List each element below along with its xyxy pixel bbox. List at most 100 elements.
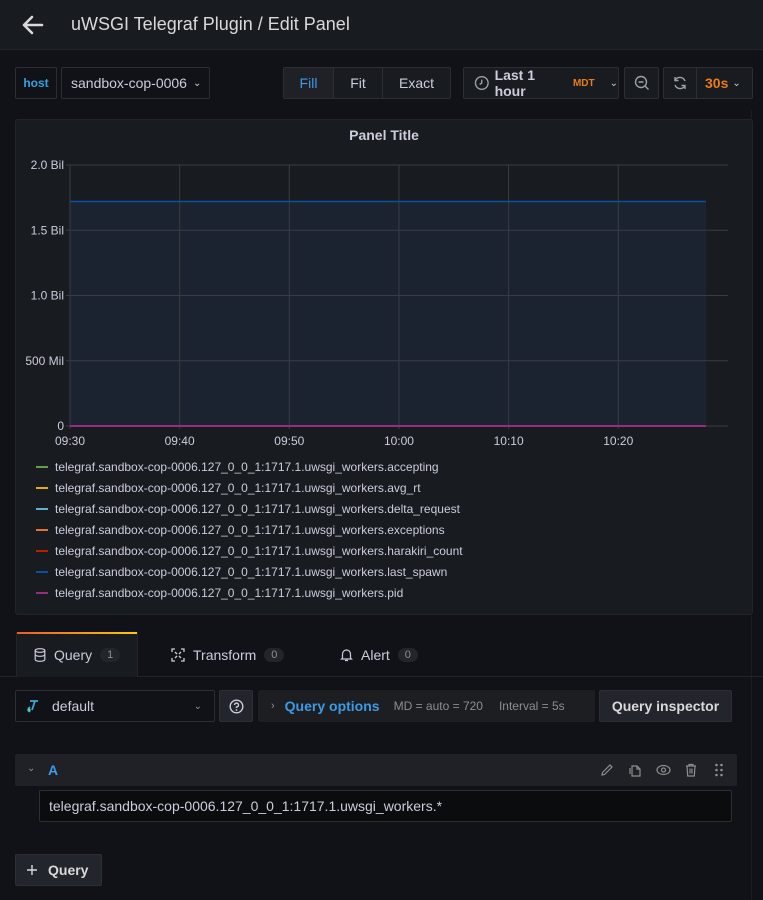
tab-query[interactable]: Query 1 xyxy=(16,632,138,677)
chevron-right-icon: › xyxy=(271,700,275,712)
series-area-fill xyxy=(70,201,706,426)
view-mode-toggle: Fill Fit Exact xyxy=(283,67,451,99)
y-tick-label: 1.0 Bil xyxy=(31,289,64,303)
y-tick-label: 2.0 Bil xyxy=(31,158,64,172)
chevron-down-icon: ⌄ xyxy=(193,700,202,712)
legend-label: telegraf.sandbox-cop-0006.127_0_0_1:1717… xyxy=(55,564,448,579)
legend-label: telegraf.sandbox-cop-0006.127_0_0_1:1717… xyxy=(55,585,404,600)
refresh-icon xyxy=(674,76,686,90)
copy-icon xyxy=(629,764,641,777)
editor-tabs: Query 1 Transform 0 Alert 0 xyxy=(0,632,763,677)
query-inspector-button[interactable]: Query inspector xyxy=(599,690,732,722)
tab-transform-count: 0 xyxy=(264,647,285,662)
legend-item[interactable]: telegraf.sandbox-cop-0006.127_0_0_1:1717… xyxy=(36,498,463,519)
legend-swatch xyxy=(36,549,48,552)
toggle-query-visibility-button[interactable] xyxy=(655,761,671,779)
scroll-divider xyxy=(751,110,752,900)
question-circle-icon xyxy=(228,698,244,714)
top-bar: uWSGI Telegraf Plugin / Edit Panel xyxy=(0,0,763,50)
graphite-logo-icon xyxy=(27,700,38,713)
tab-transform[interactable]: Transform 0 xyxy=(171,632,285,677)
legend-label: telegraf.sandbox-cop-0006.127_0_0_1:1717… xyxy=(55,522,445,537)
query-options-toggle[interactable]: › Query options MD = auto = 720 Interval… xyxy=(258,690,595,722)
legend-item[interactable]: telegraf.sandbox-cop-0006.127_0_0_1:1717… xyxy=(36,561,463,582)
time-range-label: Last 1 hour xyxy=(494,67,536,99)
legend-item[interactable]: telegraf.sandbox-cop-0006.127_0_0_1:1717… xyxy=(36,540,463,561)
view-mode-exact[interactable]: Exact xyxy=(383,68,450,98)
refresh-interval-value: 30s xyxy=(705,75,729,91)
chevron-down-icon: ⌄ xyxy=(732,77,741,89)
page-title: uWSGI Telegraf Plugin / Edit Panel xyxy=(71,14,350,34)
refresh-interval-select[interactable]: 30s ⌄ xyxy=(697,75,741,91)
zoom-out-icon xyxy=(634,75,649,90)
legend-item[interactable]: telegraf.sandbox-cop-0006.127_0_0_1:1717… xyxy=(36,456,463,477)
legend-label: telegraf.sandbox-cop-0006.127_0_0_1:1717… xyxy=(55,543,463,558)
x-tick-label: 10:10 xyxy=(494,434,524,448)
tab-query-count: 1 xyxy=(100,647,121,662)
legend-item[interactable]: telegraf.sandbox-cop-0006.127_0_0_1:1717… xyxy=(36,519,463,540)
back-button[interactable] xyxy=(20,12,46,38)
tab-alert[interactable]: Alert 0 xyxy=(340,632,418,677)
legend-swatch xyxy=(36,570,48,573)
host-variable-value: sandbox-cop-0006 xyxy=(71,75,187,91)
pencil-icon xyxy=(601,764,613,776)
refresh-picker: 30s ⌄ xyxy=(663,67,753,99)
datasource-name: default xyxy=(52,698,95,714)
chart-legend: telegraf.sandbox-cop-0006.127_0_0_1:1717… xyxy=(36,456,463,603)
legend-item[interactable]: telegraf.sandbox-cop-0006.127_0_0_1:1717… xyxy=(36,582,463,603)
add-query-label: Query xyxy=(48,862,89,878)
legend-swatch xyxy=(36,591,48,594)
graph-panel: Panel Title 0 500 Mil 1.0 Bil 1.5 Bil 2.0 Bi… xyxy=(15,119,753,615)
tab-alert-label: Alert xyxy=(361,646,390,663)
refresh-button[interactable] xyxy=(664,68,697,98)
query-ref-id[interactable]: A xyxy=(48,762,58,778)
x-tick-label: 09:30 xyxy=(55,434,85,448)
datasource-picker[interactable]: default ⌄ xyxy=(15,690,215,722)
drag-handle-icon xyxy=(715,763,723,777)
tab-transform-label: Transform xyxy=(193,646,257,663)
drag-handle[interactable] xyxy=(711,761,727,779)
transform-icon xyxy=(171,647,185,662)
timezone-label: MDT xyxy=(572,77,595,89)
eye-icon xyxy=(655,764,671,776)
clock-icon xyxy=(474,75,489,91)
chevron-down-icon: ⌄ xyxy=(609,77,618,89)
y-tick-label: 1.5 Bil xyxy=(31,223,64,237)
y-tick-label: 500 Mil xyxy=(25,354,64,368)
tab-alert-count: 0 xyxy=(397,647,418,662)
chevron-down-icon: ⌄ xyxy=(192,77,202,89)
tab-query-label: Query xyxy=(54,646,93,663)
time-series-chart[interactable]: 0 500 Mil 1.0 Bil 1.5 Bil 2.0 Bil 09:30 09:40 0… xyxy=(16,120,754,450)
y-tick-label: 0 xyxy=(57,419,64,433)
x-tick-label: 10:20 xyxy=(603,434,633,448)
add-query-button[interactable]: Query xyxy=(15,854,102,886)
x-tick-label: 09:40 xyxy=(165,434,195,448)
legend-label: telegraf.sandbox-cop-0006.127_0_0_1:1717… xyxy=(55,501,460,516)
legend-label: telegraf.sandbox-cop-0006.127_0_0_1:1717… xyxy=(55,480,421,495)
collapse-chevron-icon[interactable]: ⌄ xyxy=(27,763,35,774)
datasource-help-button[interactable] xyxy=(219,690,253,722)
variable-label-host: host xyxy=(15,67,57,99)
edit-query-button[interactable] xyxy=(599,761,615,779)
legend-swatch xyxy=(36,465,48,468)
duplicate-query-button[interactable] xyxy=(627,761,643,779)
bell-icon xyxy=(340,648,353,661)
query-row-header: ⌄ A xyxy=(15,754,737,786)
view-mode-fit[interactable]: Fit xyxy=(334,68,383,98)
plus-icon xyxy=(27,865,37,875)
x-tick-label: 10:00 xyxy=(384,434,414,448)
zoom-out-button[interactable] xyxy=(624,67,659,99)
legend-label: telegraf.sandbox-cop-0006.127_0_0_1:1717… xyxy=(55,459,439,474)
host-variable-select[interactable]: sandbox-cop-0006 ⌄ xyxy=(61,67,210,99)
view-mode-fill[interactable]: Fill xyxy=(284,68,334,98)
max-data-points-info: MD = auto = 720 xyxy=(393,699,483,713)
query-row-actions xyxy=(599,761,727,779)
legend-swatch xyxy=(36,528,48,531)
legend-item[interactable]: telegraf.sandbox-cop-0006.127_0_0_1:1717… xyxy=(36,477,463,498)
legend-swatch xyxy=(36,507,48,510)
x-tick-label: 09:50 xyxy=(274,434,304,448)
legend-swatch xyxy=(36,486,48,489)
time-range-picker[interactable]: Last 1 hour MDT ⌄ xyxy=(463,67,619,99)
graphite-query-input[interactable]: telegraf.sandbox-cop-0006.127_0_0_1:1717… xyxy=(39,790,732,822)
remove-query-button[interactable] xyxy=(683,761,699,779)
